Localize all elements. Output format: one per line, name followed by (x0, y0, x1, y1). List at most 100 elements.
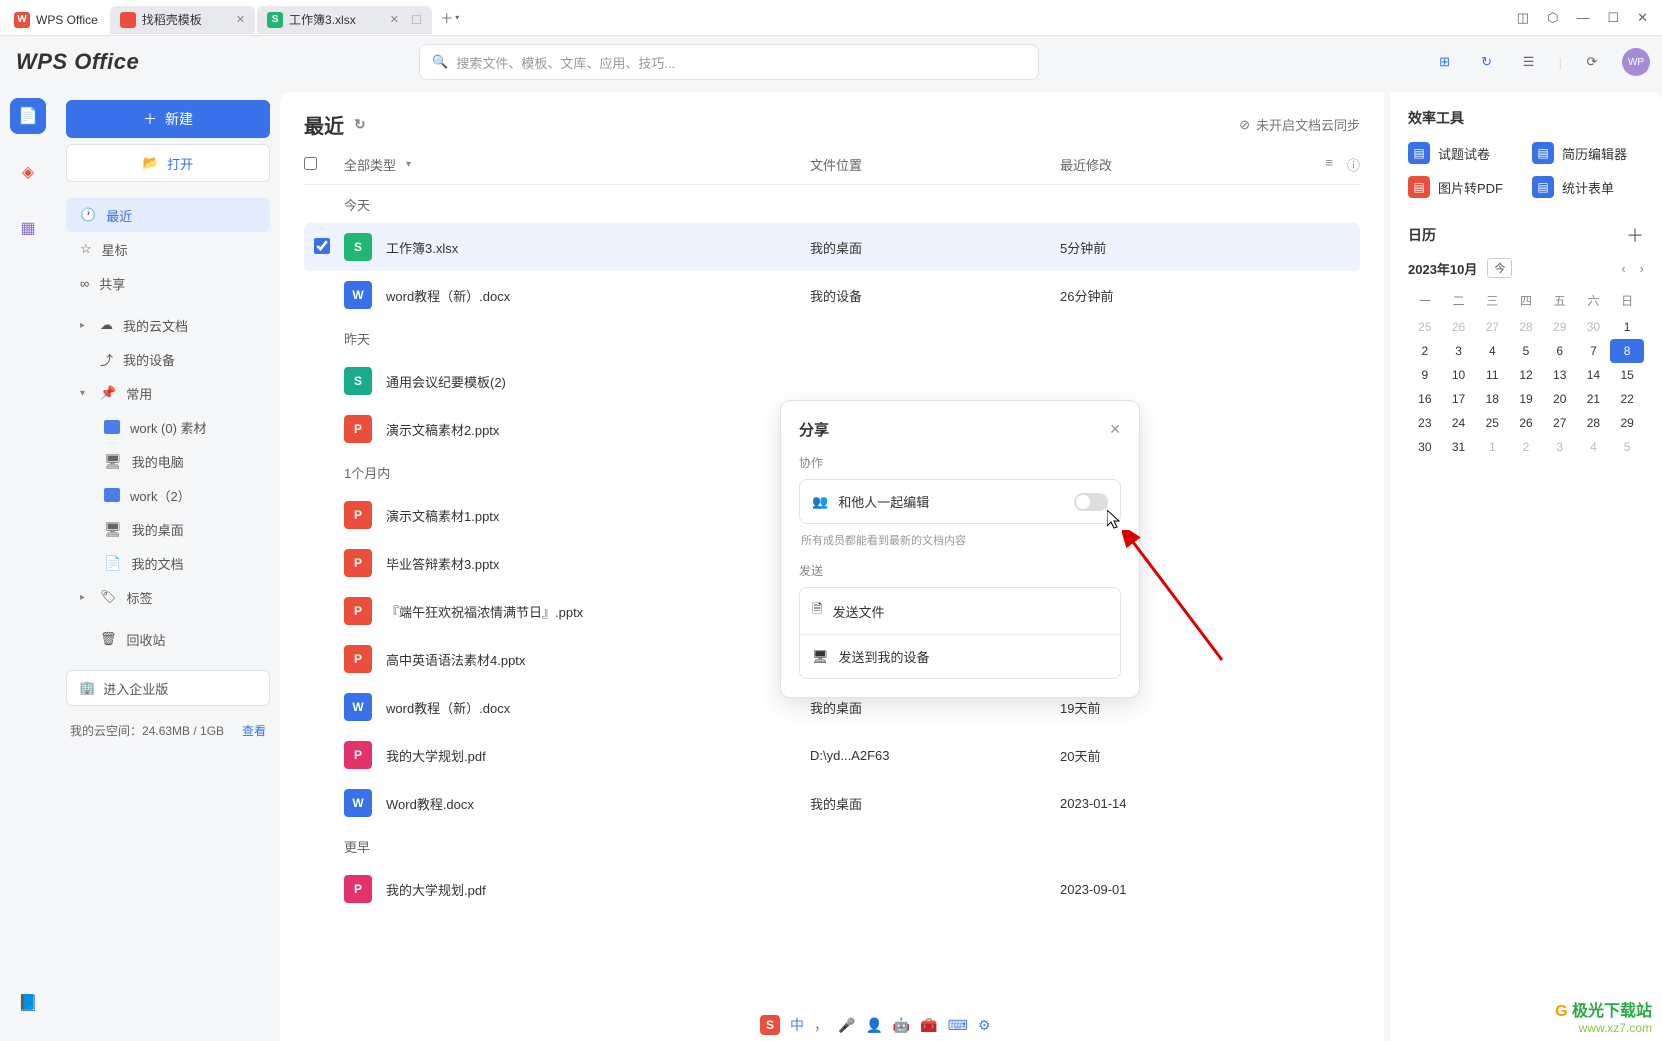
calendar-next-icon[interactable]: › (1640, 261, 1644, 276)
calendar-day[interactable]: 1 (1610, 315, 1644, 339)
calendar-day[interactable]: 10 (1442, 363, 1476, 387)
close-button[interactable]: ✕ (1637, 10, 1648, 26)
tab-close-icon[interactable]: ✕ (390, 13, 399, 26)
calendar-day[interactable]: 19 (1509, 387, 1543, 411)
minimize-button[interactable]: — (1576, 10, 1589, 26)
calendar-day[interactable]: 20 (1543, 387, 1577, 411)
calendar-day[interactable]: 22 (1610, 387, 1644, 411)
sync-status[interactable]: ⊘ 未开启文档云同步 (1239, 115, 1360, 134)
calendar-day[interactable]: 30 (1408, 435, 1442, 459)
panel-icon[interactable]: ◫ (1517, 10, 1529, 26)
tab[interactable]: WWPS Office (4, 6, 108, 34)
sidebar-common-item[interactable]: work（2） (94, 478, 270, 512)
calendar-day[interactable]: 11 (1475, 363, 1509, 387)
calendar-day[interactable]: 24 (1442, 411, 1476, 435)
calendar-day[interactable]: 14 (1577, 363, 1611, 387)
select-all-checkbox[interactable] (304, 157, 344, 173)
calendar-day[interactable]: 26 (1442, 315, 1476, 339)
calendar-day[interactable]: 25 (1475, 411, 1509, 435)
calendar-day[interactable]: 6 (1543, 339, 1577, 363)
sidebar-common-item[interactable]: 🖥我的桌面 (94, 512, 270, 546)
apps-icon[interactable]: ⊞ (1433, 50, 1457, 74)
refresh-icon[interactable]: ⟳ (1580, 50, 1604, 74)
filter-icon[interactable]: ≡ (1325, 155, 1333, 174)
calendar-day[interactable]: 29 (1610, 411, 1644, 435)
calendar-day[interactable]: 2 (1509, 435, 1543, 459)
rail-feedback-icon[interactable]: 📘 (10, 985, 46, 1021)
tab-close-icon[interactable]: ✕ (236, 13, 245, 26)
ime-lang[interactable]: 中 (790, 1015, 804, 1035)
tool-item[interactable]: ▤试题试卷 (1408, 142, 1520, 164)
info-icon[interactable]: ⓘ (1347, 155, 1360, 174)
calendar-day[interactable]: 9 (1408, 363, 1442, 387)
calendar-day[interactable]: 2 (1408, 339, 1442, 363)
calendar-day[interactable]: 7 (1577, 339, 1611, 363)
calendar-day[interactable]: 28 (1577, 411, 1611, 435)
avatar[interactable]: WP (1622, 48, 1650, 76)
calendar-day[interactable]: 25 (1408, 315, 1442, 339)
calendar-day[interactable]: 21 (1577, 387, 1611, 411)
search-input[interactable]: 🔍 搜索文件、模板、文库、应用、技巧... (419, 44, 1039, 80)
calendar-day[interactable]: 18 (1475, 387, 1509, 411)
tab[interactable]: S工作簿3.xlsx✕☐ (257, 6, 432, 34)
calendar-add-icon[interactable]: ＋ (1626, 222, 1644, 248)
open-button[interactable]: 📂 打开 (66, 144, 270, 182)
rail-docs-icon[interactable]: 📄 (10, 98, 46, 134)
ime-settings-icon[interactable]: ⚙ (978, 1017, 991, 1034)
col-type-filter[interactable]: 全部类型 ▾ (344, 155, 810, 174)
sidebar-common-item[interactable]: 🖥我的电脑 (94, 444, 270, 478)
ime-tool-icon[interactable]: 🧰 (920, 1017, 937, 1034)
calendar-day[interactable]: 4 (1577, 435, 1611, 459)
rail-templates-icon[interactable]: ◈ (10, 154, 46, 190)
sidebar-common[interactable]: ▾ 📌 常用 (66, 376, 270, 410)
sidebar-star[interactable]: ☆ 星标 (66, 232, 270, 266)
calendar-day[interactable]: 13 (1543, 363, 1577, 387)
file-row[interactable]: S 通用会议纪要模板(2) (304, 357, 1360, 405)
sidebar-device[interactable]: ⤴ 我的设备 (66, 342, 270, 376)
popup-close-icon[interactable]: ✕ (1109, 421, 1121, 438)
sidebar-cloud[interactable]: ▸ ☁ 我的云文档 (66, 308, 270, 342)
ime-robot-icon[interactable]: 🤖 (893, 1017, 910, 1034)
calendar-day[interactable]: 31 (1442, 435, 1476, 459)
tab[interactable]: 找稻壳模板✕ (110, 6, 255, 34)
sidebar-recent[interactable]: 🕐 最近 (66, 198, 270, 232)
collab-toggle-option[interactable]: 👥 和他人一起编辑 (799, 479, 1121, 524)
ime-keyboard-icon[interactable]: ⌨ (948, 1017, 968, 1034)
calendar-day[interactable]: 8 (1610, 339, 1644, 363)
refresh-icon[interactable]: ↻ (354, 116, 366, 133)
ime-logo-icon[interactable]: S (760, 1015, 780, 1035)
calendar-day[interactable]: 23 (1408, 411, 1442, 435)
calendar-day[interactable]: 17 (1442, 387, 1476, 411)
calendar-prev-icon[interactable]: ‹ (1621, 261, 1625, 276)
calendar-day[interactable]: 27 (1543, 411, 1577, 435)
calendar-day[interactable]: 26 (1509, 411, 1543, 435)
calendar-day[interactable]: 30 (1577, 315, 1611, 339)
file-row[interactable]: P 我的大学规划.pdf D:\yd...A2F63 20天前 (304, 731, 1360, 779)
tab-more-icon[interactable]: ☐ (411, 13, 422, 27)
sidebar-common-item[interactable]: work (0) 素材 (94, 410, 270, 444)
sidebar-common-item[interactable]: 📄我的文档 (94, 546, 270, 580)
menu-icon[interactable]: ☰ (1517, 50, 1541, 74)
calendar-day[interactable]: 12 (1509, 363, 1543, 387)
maximize-button[interactable]: ☐ (1607, 10, 1619, 26)
new-button[interactable]: ＋ 新建 (66, 100, 270, 138)
calendar-day[interactable]: 16 (1408, 387, 1442, 411)
tool-item[interactable]: ▤图片转PDF (1408, 176, 1520, 198)
calendar-day[interactable]: 28 (1509, 315, 1543, 339)
calendar-day[interactable]: 4 (1475, 339, 1509, 363)
file-row[interactable]: S 工作簿3.xlsx 我的桌面 5分钟前 (304, 223, 1360, 271)
collab-toggle[interactable] (1074, 493, 1108, 511)
sidebar-trash[interactable]: 🗑 回收站 (66, 622, 270, 656)
ime-comma-icon[interactable]: ， (814, 1015, 828, 1035)
ime-person-icon[interactable]: 👤 (865, 1017, 882, 1034)
calendar-day[interactable]: 29 (1543, 315, 1577, 339)
calendar-day[interactable]: 1 (1475, 435, 1509, 459)
calendar-day[interactable]: 3 (1543, 435, 1577, 459)
file-row[interactable]: P 我的大学规划.pdf 2023-09-01 (304, 865, 1360, 913)
file-row[interactable]: W Word教程.docx 我的桌面 2023-01-14 (304, 779, 1360, 827)
send-file-option[interactable]: 🗎 发送文件 (800, 588, 1120, 634)
send-device-option[interactable]: 🖥 发送到我的设备 (800, 634, 1120, 678)
calendar-day[interactable]: 5 (1509, 339, 1543, 363)
calendar-day[interactable]: 27 (1475, 315, 1509, 339)
sidebar-share[interactable]: ∞ 共享 (66, 266, 270, 300)
